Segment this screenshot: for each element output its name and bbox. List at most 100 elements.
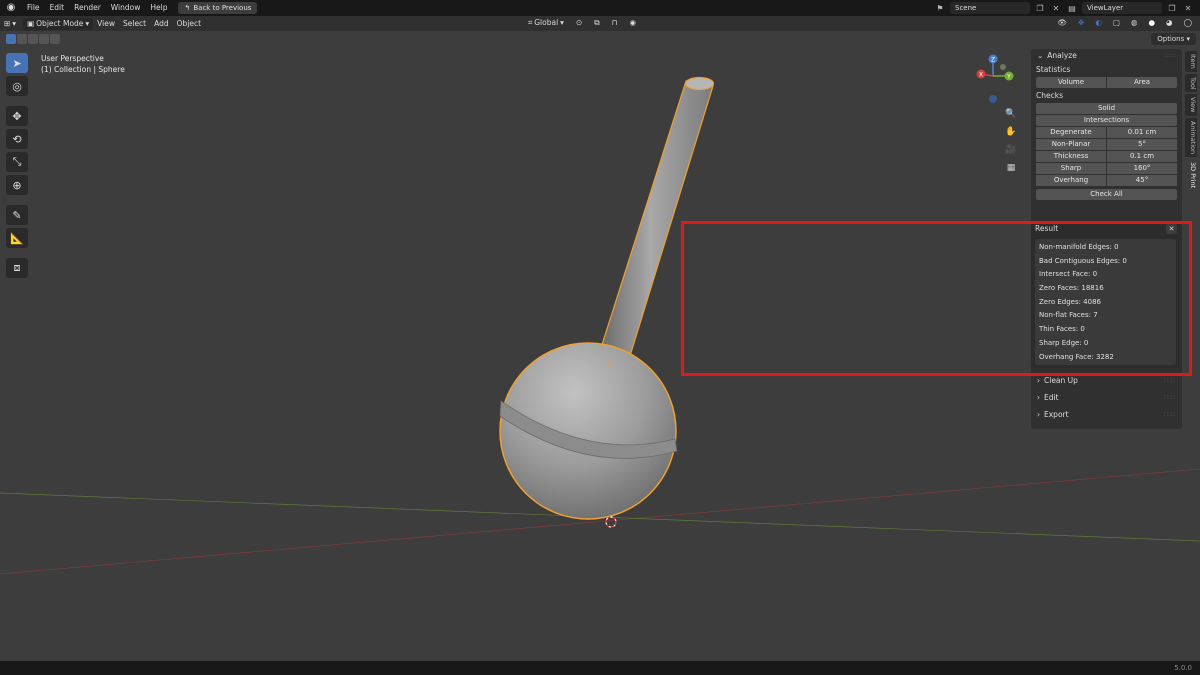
scene-close-icon[interactable]: ✕ — [1050, 2, 1062, 14]
blender-logo-icon[interactable]: ◉ — [4, 1, 18, 15]
add-cube-tool[interactable]: ⧈ — [6, 258, 28, 278]
drag-handle-icon[interactable]: :::: — [1164, 374, 1176, 388]
view-layer-icon[interactable]: ▤ — [1066, 2, 1078, 14]
menu-window[interactable]: Window — [106, 0, 146, 16]
statistics-buttons: Volume Area — [1036, 77, 1177, 88]
thickness-value[interactable]: 0.1 cm — [1107, 151, 1177, 162]
tab-view[interactable]: View — [1185, 94, 1197, 116]
overhang-button[interactable]: Overhang — [1036, 175, 1106, 186]
analyze-panel-header[interactable]: ⌄ Analyze :::: — [1031, 49, 1182, 63]
xray-icon: ▢ — [1112, 18, 1120, 27]
gizmo-toggle[interactable]: ✥ — [1074, 17, 1088, 29]
object-mode-icon: ▣ — [27, 18, 35, 28]
solid-button[interactable]: Solid — [1036, 103, 1177, 114]
menu-file[interactable]: File — [22, 0, 45, 16]
menu-edit[interactable]: Edit — [45, 0, 70, 16]
move-tool[interactable]: ✥ — [6, 106, 28, 126]
rotate-icon: ⟲ — [12, 132, 22, 146]
menu-add[interactable]: Add — [150, 18, 173, 30]
check-all-button[interactable]: Check All — [1036, 189, 1177, 200]
shading-wireframe-button[interactable]: ◍ — [1127, 17, 1142, 29]
annotate-icon: ✎ — [12, 208, 22, 222]
statistics-label: Statistics — [1036, 65, 1071, 74]
sharp-button[interactable]: Sharp — [1036, 163, 1106, 174]
menu-view[interactable]: View — [93, 18, 119, 30]
scale-tool[interactable]: ⤡ — [6, 152, 28, 172]
menu-select[interactable]: Select — [119, 18, 150, 30]
proportional-edit-toggle[interactable]: ◉ — [625, 17, 640, 29]
select-subtract-icon[interactable] — [28, 34, 38, 44]
annotate-tool[interactable]: ✎ — [6, 205, 28, 225]
snap-toggle[interactable]: ⧉ — [590, 17, 603, 29]
tab-3d-print[interactable]: 3D Print — [1185, 159, 1197, 192]
tab-animation[interactable]: Animation — [1185, 117, 1197, 158]
select-invert-icon[interactable] — [50, 34, 60, 44]
cursor-tool[interactable]: ◎ — [6, 76, 28, 96]
sharp-value[interactable]: 160° — [1107, 163, 1177, 174]
object-mode-label: Object Mode — [36, 18, 84, 28]
editor-type-button[interactable]: ⊞ ▾ — [0, 18, 20, 30]
camera-view-icon[interactable]: 🎥 — [1004, 143, 1018, 157]
transform-icon: ⊕ — [12, 178, 22, 192]
area-button[interactable]: Area — [1107, 77, 1177, 88]
menu-object[interactable]: Object — [173, 18, 205, 30]
transform-tool[interactable]: ⊕ — [6, 175, 28, 195]
rotate-tool[interactable]: ⟲ — [6, 129, 28, 149]
tab-item[interactable]: Item — [1185, 51, 1197, 72]
clean-up-panel-header[interactable]: › Clean Up :::: — [1031, 374, 1182, 388]
object-mode-dropdown[interactable]: ▣ Object Mode ▾ — [23, 17, 94, 30]
perspective-toggle-icon[interactable]: ▦ — [1004, 161, 1018, 175]
drag-handle-icon[interactable]: :::: — [1164, 408, 1176, 422]
pan-hand-icon[interactable]: ✋ — [1004, 125, 1018, 139]
shading-solid-button[interactable]: ● — [1145, 17, 1160, 29]
scene-icon[interactable]: ⚑ — [934, 2, 946, 14]
scene-copy-icon[interactable]: ❐ — [1034, 2, 1046, 14]
view-layer-selector[interactable]: ViewLayer — [1082, 2, 1162, 14]
non-planar-button[interactable]: Non-Planar — [1036, 139, 1106, 150]
overhang-value[interactable]: 45° — [1107, 175, 1177, 186]
export-panel-header[interactable]: › Export :::: — [1031, 408, 1182, 422]
drag-handle-icon[interactable]: :::: — [1164, 49, 1176, 63]
shading-rendered-button[interactable]: ◯ — [1180, 17, 1196, 29]
export-title: Export — [1044, 410, 1069, 419]
selection-mode-buttons[interactable] — [6, 34, 60, 44]
scene-selector[interactable]: Scene — [950, 2, 1030, 14]
snap-target-dropdown[interactable]: ⊓ — [608, 17, 622, 29]
viewport-header: ⊞ ▾ ▣ Object Mode ▾ View Select Add Obje… — [0, 16, 1200, 31]
visibility-dropdown[interactable]: 👁 — [1053, 17, 1071, 29]
overlays-toggle[interactable]: ◐ — [1091, 17, 1106, 29]
transform-orientation-dropdown[interactable]: ⌗ Global ▾ — [524, 17, 568, 29]
select-new-icon[interactable] — [6, 34, 16, 44]
chevron-down-icon: ▾ — [85, 18, 90, 28]
select-box-tool[interactable]: ➤ — [6, 53, 28, 73]
menu-help[interactable]: Help — [145, 0, 172, 16]
menu-render[interactable]: Render — [69, 0, 106, 16]
navigation-gizmo[interactable]: Z X Y — [968, 53, 1018, 105]
top-menu-bar: ◉ File Edit Render Window Help ↰ Back to… — [0, 0, 1200, 16]
view-layer-close-icon[interactable]: ✕ — [1182, 2, 1194, 14]
thickness-button[interactable]: Thickness — [1036, 151, 1106, 162]
snap-icon: ⧉ — [594, 18, 600, 27]
material-icon: ◕ — [1166, 18, 1173, 27]
edit-panel-header[interactable]: › Edit :::: — [1031, 391, 1182, 405]
drag-handle-icon[interactable]: :::: — [1164, 391, 1176, 405]
select-extend-icon[interactable] — [17, 34, 27, 44]
intersections-button[interactable]: Intersections — [1036, 115, 1177, 126]
degenerate-value[interactable]: 0.01 cm — [1107, 127, 1177, 138]
zoom-icon[interactable]: 🔍 — [1004, 107, 1018, 121]
add-cube-icon: ⧈ — [13, 261, 21, 274]
select-intersect-icon[interactable] — [39, 34, 49, 44]
cursor-arrow-icon: ➤ — [12, 56, 22, 70]
options-dropdown[interactable]: Options ▾ — [1151, 33, 1196, 45]
rendered-icon: ◯ — [1183, 18, 1192, 27]
shading-material-button[interactable]: ◕ — [1162, 17, 1177, 29]
xray-toggle[interactable]: ▢ — [1109, 17, 1124, 29]
view-layer-copy-icon[interactable]: ❐ — [1166, 2, 1178, 14]
pivot-point-dropdown[interactable]: ⊙ — [572, 17, 586, 29]
degenerate-button[interactable]: Degenerate — [1036, 127, 1106, 138]
back-to-previous-button[interactable]: ↰ Back to Previous — [178, 2, 258, 14]
non-planar-value[interactable]: 5° — [1107, 139, 1177, 150]
tab-tool[interactable]: Tool — [1185, 73, 1197, 93]
volume-button[interactable]: Volume — [1036, 77, 1106, 88]
measure-tool[interactable]: 📐 — [6, 228, 28, 248]
